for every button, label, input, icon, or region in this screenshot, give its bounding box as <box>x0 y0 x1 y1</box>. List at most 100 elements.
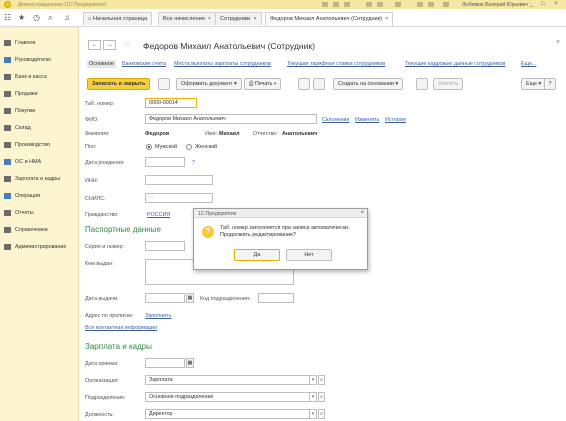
toolbar-icon-4[interactable] <box>366 2 372 7</box>
toolbar-icon-9[interactable] <box>443 2 449 7</box>
contact-info-link[interactable]: Вся контактная информация <box>85 325 157 331</box>
toolbar-icon-8[interactable] <box>428 2 434 7</box>
inn-field[interactable] <box>145 175 213 185</box>
favorite-star-icon[interactable]: ☆ <box>123 39 131 50</box>
open-icon[interactable]: ⅇ <box>318 392 325 402</box>
series-number-field[interactable] <box>145 241 185 251</box>
current-user[interactable]: Любимов Валерий Юрьевич <box>462 2 528 8</box>
tab-no-field[interactable]: 0000-00014 <box>145 98 197 108</box>
yes-button[interactable]: Да <box>234 249 280 261</box>
sidebar-item-bank[interactable]: Банк и касса <box>0 71 79 83</box>
link-payment-places[interactable]: Места выплаты зарплаты сотрудников <box>174 61 271 67</box>
top-navigation-bar: ☷ ★ ◷ ⌕ ♫ ⌂ Начальная страница Все начис… <box>0 9 566 27</box>
sidebar-item-admin[interactable]: Администрирование <box>0 241 79 253</box>
chevron-down-icon[interactable]: ▾ <box>310 409 317 419</box>
create-document-button[interactable]: Оформить документ ▾ <box>176 78 242 90</box>
sidebar-item-warehouse[interactable]: Склад <box>0 122 79 134</box>
gear-icon <box>4 244 11 250</box>
fio-field[interactable]: Федоров Михаил Анатольевич <box>145 114 317 124</box>
close-tab-icon[interactable]: × <box>208 16 211 22</box>
organization-field[interactable]: Зарплата <box>145 375 310 385</box>
back-button[interactable]: ← <box>88 40 101 50</box>
dismiss-button[interactable]: Уволить <box>433 78 464 90</box>
print-button[interactable]: ⎙ Печать ▾ <box>244 78 282 90</box>
hire-date-field[interactable]: . . <box>145 358 185 368</box>
grid-menu-icon[interactable]: ☷ <box>4 13 11 22</box>
snils-field[interactable]: - - <box>145 193 213 203</box>
tab-all-accruals[interactable]: Все начисления × <box>158 12 217 25</box>
link-hr-data[interactable]: Текущие кадровые данные сотрудников <box>405 61 505 67</box>
report-icon[interactable] <box>313 78 325 90</box>
declensions-link[interactable]: Склонения <box>322 117 349 123</box>
forward-button[interactable]: → <box>103 40 116 50</box>
notification-bell-icon[interactable]: ♫ <box>64 13 70 22</box>
close-tab-icon[interactable]: × <box>385 16 388 22</box>
link-bank-accounts[interactable]: Банковские счета <box>122 61 166 67</box>
sidebar-item-main[interactable]: Главное <box>0 37 79 49</box>
link-tariff-rates[interactable]: Текущая тарифная ставка сотрудников <box>287 61 385 67</box>
more-button[interactable]: Еще ▾ <box>521 78 547 90</box>
position-field[interactable]: Директор <box>145 409 310 419</box>
change-link[interactable]: Изменить <box>355 117 379 123</box>
history-link[interactable]: История <box>385 117 406 123</box>
chevron-down-icon[interactable]: ▾ <box>310 392 317 402</box>
toolbar-icon-5[interactable] <box>377 2 383 7</box>
open-icon[interactable]: ⅇ <box>318 409 325 419</box>
sidebar-item-purchases[interactable]: Покупки <box>0 105 79 117</box>
toolbar-icon-7[interactable] <box>417 2 423 7</box>
sidebar-item-operations[interactable]: Операции <box>0 190 79 202</box>
history-icon[interactable]: ◷ <box>33 13 40 22</box>
save-close-button[interactable]: Записать и закрыть <box>87 78 151 90</box>
tab-employees[interactable]: Сотрудники × <box>215 12 262 25</box>
attach-icon[interactable] <box>298 78 310 90</box>
help-button[interactable]: ? <box>544 78 556 90</box>
division-code-field[interactable] <box>258 293 294 303</box>
calendar-icon[interactable]: ▦ <box>186 293 194 303</box>
gender-male-radio[interactable] <box>146 144 152 150</box>
close-form-icon[interactable]: × <box>556 39 560 46</box>
sidebar-item-manager[interactable]: Руководителю <box>0 54 79 66</box>
toolbar-icon-2[interactable] <box>333 2 339 7</box>
tab-employee-card[interactable]: Федоров Михаил Анатольевич (Сотрудник) × <box>265 12 394 26</box>
maximize-icon[interactable]: □ <box>541 1 545 7</box>
chevron-down-icon[interactable]: ▾ <box>310 375 317 385</box>
sidebar-item-reports[interactable]: Отчеты <box>0 207 79 219</box>
minimize-icon[interactable]: _ <box>530 1 533 7</box>
citizenship-link[interactable]: РОССИЯ <box>147 212 170 218</box>
close-tab-icon[interactable]: × <box>253 16 256 22</box>
gender-female-radio[interactable] <box>186 144 192 150</box>
link-main[interactable]: Основное <box>87 60 116 68</box>
no-button[interactable]: Нет <box>286 249 332 261</box>
dialog-close-icon[interactable]: × <box>360 210 364 216</box>
sidebar-item-label: Банк и касса <box>15 74 47 80</box>
fill-address-link[interactable]: Заполнить <box>145 313 171 319</box>
department-field[interactable]: Основное подразделение <box>145 392 310 402</box>
edit-icon[interactable] <box>416 78 428 90</box>
sidebar-item-production[interactable]: Производство <box>0 139 79 151</box>
save-icon[interactable] <box>158 78 170 90</box>
sidebar-item-assets[interactable]: ОС и НМА <box>0 156 79 168</box>
issue-date-field[interactable]: . . <box>145 293 185 303</box>
calendar-icon[interactable]: ▦ <box>186 358 194 368</box>
chart-line-icon <box>4 57 11 63</box>
sidebar-item-label: Операции <box>15 193 41 199</box>
people-icon <box>4 176 11 182</box>
sidebar-item-label: Главное <box>15 40 36 46</box>
close-window-icon[interactable]: × <box>554 1 558 7</box>
toolbar-icon-3[interactable] <box>344 2 350 7</box>
search-icon[interactable]: ⌕ <box>48 13 52 22</box>
create-based-on-button[interactable]: Создать на основании ▾ <box>333 78 404 90</box>
toolbar-icon-6[interactable] <box>395 2 401 7</box>
birth-date-help[interactable]: ? <box>192 160 195 166</box>
favorites-star-icon[interactable]: ★ <box>18 13 25 22</box>
birth-date-field[interactable]: . . <box>145 157 185 167</box>
link-more[interactable]: Еще... <box>521 61 536 67</box>
open-icon[interactable]: ⅇ <box>318 375 325 385</box>
sidebar-item-salary[interactable]: Зарплата и кадры <box>0 173 79 185</box>
page-title: Федоров Михаил Анатольевич (Сотрудник) <box>143 41 316 51</box>
tab-label: Федоров Михаил Анатольевич (Сотрудник) <box>270 16 382 22</box>
toolbar-icon-1[interactable] <box>322 2 328 7</box>
sidebar-item-catalogs[interactable]: Справочники <box>0 224 79 236</box>
sidebar-item-sales[interactable]: Продажи <box>0 88 79 100</box>
tab-home[interactable]: ⌂ Начальная страница <box>83 12 153 25</box>
